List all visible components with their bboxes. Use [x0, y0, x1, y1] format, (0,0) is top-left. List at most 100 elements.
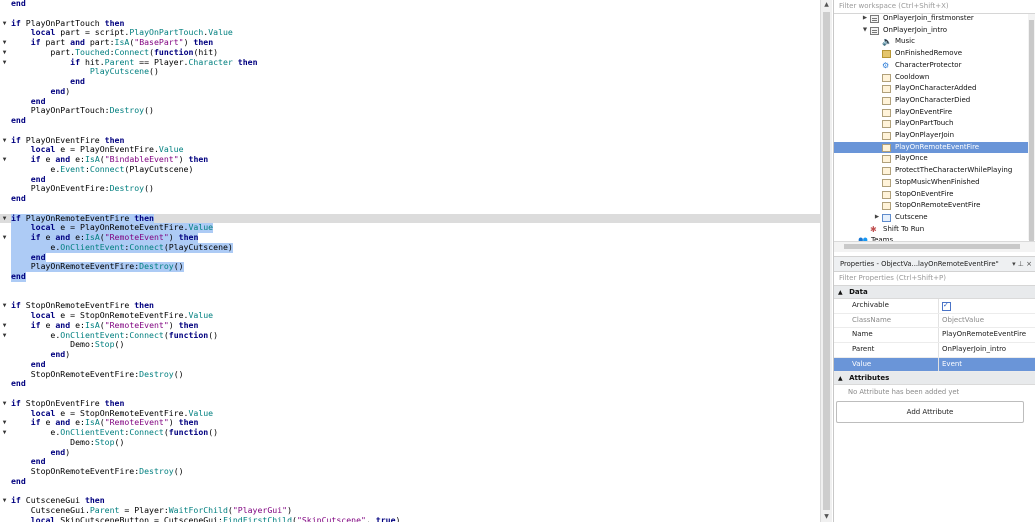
property-row[interactable]: ClassName ObjectValue: [834, 313, 1035, 329]
event-icon: [882, 85, 891, 94]
explorer-item[interactable]: PlayOnCharacterDied: [834, 95, 1028, 107]
code-line[interactable]: [0, 487, 820, 497]
explorer-item[interactable]: 🔈 Music: [834, 36, 1028, 48]
code-line[interactable]: end: [0, 476, 820, 487]
explorer-item[interactable]: PlayOnce: [834, 153, 1028, 165]
code-area[interactable]: end ▼ if PlayOnPartTouch then local part =…: [0, 0, 820, 522]
code-line[interactable]: local SkipCutsceneButton = CutsceneGui:F…: [0, 515, 820, 522]
code-line[interactable]: StopOnRemoteEventFire:Destroy(): [0, 369, 820, 380]
add-attribute-button[interactable]: Add Attribute: [836, 401, 1024, 424]
scrollbar-thumb[interactable]: [844, 244, 1020, 249]
explorer-item[interactable]: ProtectTheCharacterWhilePlaying: [834, 165, 1028, 177]
fold-toggle-icon[interactable]: ▼: [0, 19, 9, 29]
fold-toggle-icon[interactable]: ▼: [0, 58, 9, 68]
collapse-icon[interactable]: ▲: [838, 375, 843, 382]
explorer-item-label: StopOnRemoteEventFire: [895, 201, 981, 210]
event-icon: [882, 73, 891, 82]
attributes-section-header[interactable]: ▲ Attributes: [834, 372, 1035, 386]
code-token: PlayOnRemoteEventFire: [20, 212, 135, 223]
explorer-hscrollbar[interactable]: [834, 241, 1035, 252]
scroll-down-icon[interactable]: ▼: [821, 512, 832, 522]
explorer-item[interactable]: StopOnEventFire: [834, 189, 1028, 201]
property-name: ClassName: [852, 315, 892, 324]
data-section-header[interactable]: ▲ Data: [834, 286, 1035, 299]
explorer-item[interactable]: ▼ OnPlayerJoin_intro: [834, 25, 1028, 37]
fold-toggle-icon[interactable]: ▼: [0, 331, 9, 341]
code-line[interactable]: PlayOnPartTouch:Destroy(): [0, 105, 820, 116]
property-row[interactable]: Archivable: [834, 299, 1035, 314]
fold-toggle-icon[interactable]: ▼: [0, 233, 9, 243]
property-value[interactable]: [938, 299, 1035, 313]
explorer-item[interactable]: StopOnRemoteEventFire: [834, 200, 1028, 212]
code-token: Demo:: [11, 339, 95, 350]
chevron-right-icon[interactable]: ▶: [873, 212, 881, 224]
fold-toggle-icon[interactable]: ▼: [0, 136, 9, 146]
code-line[interactable]: end): [0, 349, 820, 360]
code-line[interactable]: end: [0, 76, 820, 87]
fold-toggle-icon[interactable]: ▼: [0, 496, 9, 506]
explorer-item[interactable]: PlayOnCharacterAdded: [834, 83, 1028, 95]
property-value[interactable]: OnPlayerJoin_intro: [938, 343, 1035, 357]
explorer-item[interactable]: PlayOnPartTouch: [834, 118, 1028, 130]
explorer-item[interactable]: Cooldown: [834, 72, 1028, 84]
fold-toggle-icon[interactable]: ▼: [0, 301, 9, 311]
fold-toggle-icon[interactable]: ▼: [0, 418, 9, 428]
chevron-right-icon[interactable]: ▶: [861, 13, 869, 25]
property-value[interactable]: PlayOnRemoteEventFire: [938, 328, 1035, 343]
explorer-item[interactable]: PlayOnRemoteEventFire: [834, 141, 1028, 154]
explorer-item[interactable]: ✱ Shift To Run: [834, 224, 1028, 236]
explorer-item[interactable]: ▶ OnPlayerJoin_firstmonster: [834, 13, 1028, 25]
code-text: end: [11, 476, 26, 487]
fold-toggle-icon[interactable]: ▼: [0, 428, 9, 438]
code-line[interactable]: PlayCutscene(): [0, 66, 820, 77]
code-line[interactable]: PlayOnEventFire:Destroy(): [0, 183, 820, 194]
code-text: end: [11, 193, 26, 204]
script-editor[interactable]: end ▼ if PlayOnPartTouch then local part =…: [0, 0, 820, 522]
scrollbar-thumb[interactable]: [823, 12, 830, 510]
explorer-scrollbar[interactable]: [1028, 14, 1035, 242]
explorer-filter-input[interactable]: Filter workspace (Ctrl+Shift+X): [834, 0, 1035, 14]
scroll-up-icon[interactable]: ▲: [821, 0, 832, 10]
fold-toggle-icon[interactable]: ▼: [0, 48, 9, 58]
code-line[interactable]: Demo:Stop(): [0, 339, 820, 350]
explorer-item[interactable]: ⚙ CharacterProtector: [834, 60, 1028, 72]
explorer-item[interactable]: OnFinishedRemove: [834, 48, 1028, 60]
scrollbar-thumb[interactable]: [1029, 20, 1034, 242]
fold-toggle-icon[interactable]: ▼: [0, 38, 9, 48]
code-line[interactable]: e.OnClientEvent:Connect(PlayCutscene): [0, 242, 820, 253]
code-line[interactable]: end: [0, 0, 820, 9]
code-token: and: [55, 232, 71, 242]
explorer-item[interactable]: ▶ Cutscene: [834, 212, 1028, 224]
archivable-checkbox[interactable]: [942, 299, 951, 313]
property-row[interactable]: Parent OnPlayerJoin_intro: [834, 343, 1035, 358]
fold-toggle-icon[interactable]: ▼: [0, 155, 9, 165]
fold-toggle-icon[interactable]: ▼: [0, 321, 9, 331]
code-line[interactable]: Demo:Stop(): [0, 437, 820, 448]
panel-window-buttons[interactable]: ▾ ⊥ ×: [1012, 257, 1032, 271]
code-line[interactable]: end: [0, 115, 820, 126]
property-value[interactable]: Event: [938, 357, 1035, 372]
code-line[interactable]: StopOnRemoteEventFire:Destroy(): [0, 466, 820, 477]
explorer-item[interactable]: StopMusicWhenFinished: [834, 177, 1028, 189]
collapse-icon[interactable]: ▲: [838, 289, 843, 296]
property-row[interactable]: Name PlayOnRemoteEventFire: [834, 328, 1035, 344]
editor-scrollbar[interactable]: ▲ ▼: [820, 0, 832, 522]
code-line[interactable]: PlayOnRemoteEventFire:Destroy(): [0, 261, 820, 272]
code-line[interactable]: end: [0, 378, 820, 389]
code-line[interactable]: e.Event:Connect(PlayCutscene): [0, 164, 820, 175]
code-token: local: [30, 222, 56, 233]
fold-toggle-icon[interactable]: ▼: [0, 214, 9, 224]
property-row[interactable]: Value Event: [834, 357, 1035, 373]
code-line[interactable]: end: [0, 271, 820, 282]
code-line[interactable]: end): [0, 86, 820, 97]
chevron-down-icon[interactable]: ▼: [861, 25, 869, 37]
code-line[interactable]: [0, 282, 820, 292]
code-line[interactable]: end): [0, 447, 820, 458]
code-token: then: [193, 37, 214, 47]
code-line[interactable]: end: [0, 193, 820, 204]
fold-toggle-icon[interactable]: ▼: [0, 399, 9, 409]
properties-filter-input[interactable]: Filter Properties (Ctrl+Shift+P): [834, 272, 1035, 286]
property-value[interactable]: ObjectValue: [938, 313, 1035, 328]
explorer-item[interactable]: PlayOnPlayerJoin: [834, 130, 1028, 142]
explorer-item[interactable]: PlayOnEventFire: [834, 107, 1028, 119]
